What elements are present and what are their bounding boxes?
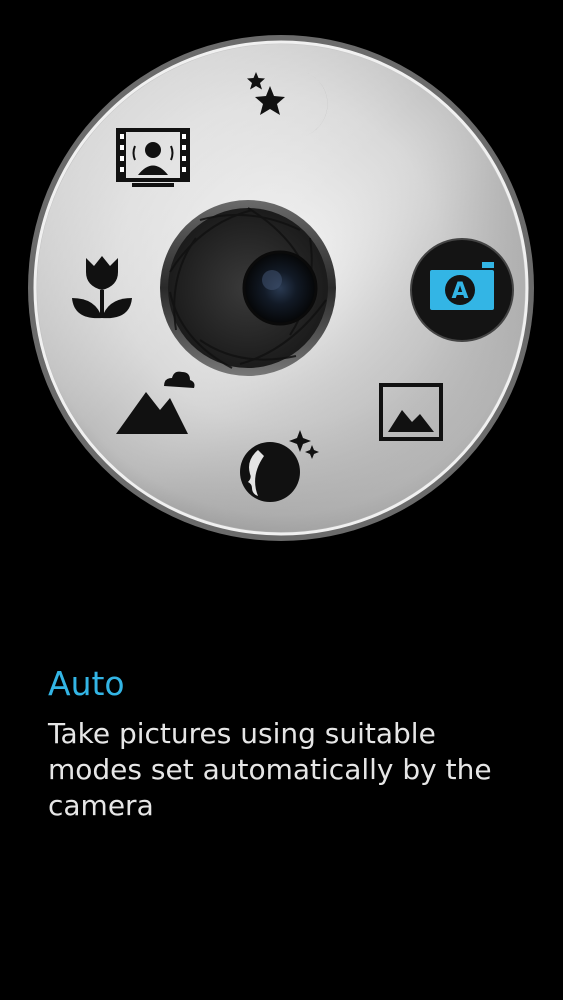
svg-text:A: A xyxy=(451,279,468,304)
mode-description: Take pictures using suitable modes set a… xyxy=(48,717,492,822)
camera-lens-icon xyxy=(160,200,336,376)
camera-mode-dial[interactable]: A xyxy=(0,0,563,580)
mode-title: Auto xyxy=(48,664,125,703)
auto-mode-selected-button[interactable]: A xyxy=(410,238,514,342)
